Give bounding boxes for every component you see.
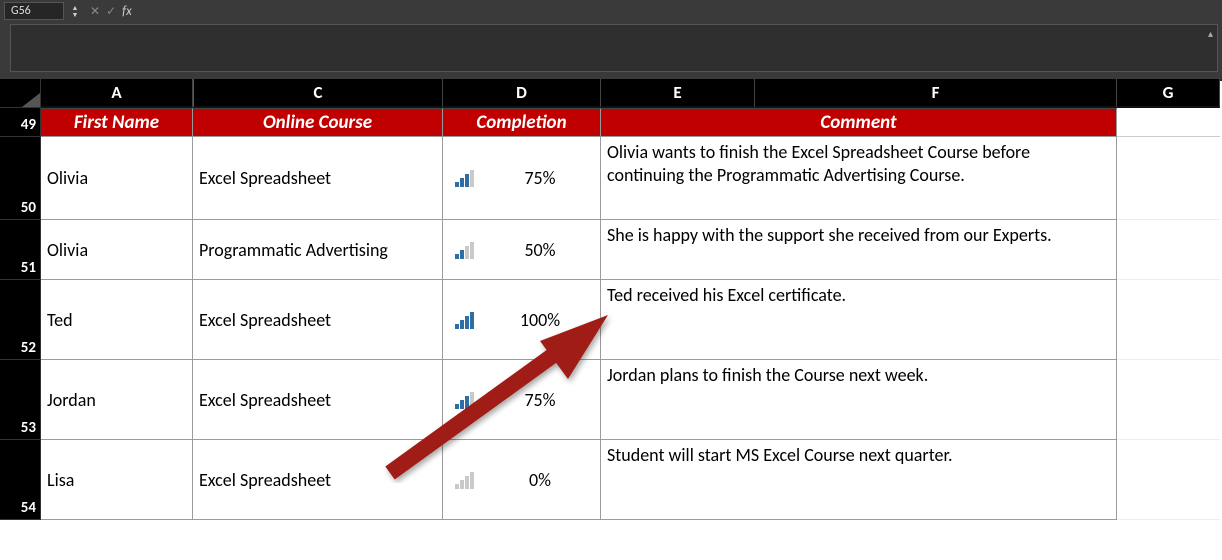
cell-empty[interactable] (1117, 360, 1220, 440)
row-header-53[interactable]: 53 (0, 360, 41, 440)
header-completion[interactable]: Completion (443, 108, 601, 137)
spreadsheet-grid: A C D E F G 49 First Name Online Course … (0, 79, 1222, 520)
completion-value: 75% (486, 389, 594, 411)
row-header-54[interactable]: 54 (0, 440, 41, 520)
cell-course[interactable]: Excel Spreadsheet (193, 280, 443, 360)
cell-first-name[interactable]: Olivia (41, 220, 193, 280)
signal-bars-icon (455, 241, 474, 259)
cell-completion[interactable]: 75% (443, 137, 601, 220)
cell-first-name[interactable]: Olivia (41, 137, 193, 220)
cell-empty[interactable] (1117, 137, 1220, 220)
column-header-A[interactable]: A (41, 79, 193, 108)
cancel-formula-icon[interactable]: ✕ (90, 4, 100, 19)
cell-empty[interactable] (1117, 280, 1220, 360)
cell-g49[interactable] (1117, 108, 1220, 137)
cell-course[interactable]: Programmatic Advertising (193, 220, 443, 280)
cell-comment[interactable]: Ted received his Excel certificate. (601, 280, 1117, 360)
header-comment[interactable]: Comment (601, 108, 1117, 137)
completion-value: 75% (486, 167, 594, 189)
cell-first-name[interactable]: Ted (41, 280, 193, 360)
cell-completion[interactable]: 0% (443, 440, 601, 520)
signal-bars-icon (455, 391, 474, 409)
column-header-E[interactable]: E (601, 79, 755, 108)
cell-first-name[interactable]: Lisa (41, 440, 193, 520)
cell-comment[interactable]: Olivia wants to finish the Excel Spreads… (601, 137, 1117, 220)
row-header-50[interactable]: 50 (0, 137, 41, 220)
cell-completion[interactable]: 75% (443, 360, 601, 440)
chevron-down-icon: ▼ (72, 11, 79, 18)
cell-course[interactable]: Excel Spreadsheet (193, 360, 443, 440)
cell-completion[interactable]: 50% (443, 220, 601, 280)
header-online-course[interactable]: Online Course (193, 108, 443, 137)
cell-first-name[interactable]: Jordan (41, 360, 193, 440)
signal-bars-icon (455, 311, 474, 329)
cell-empty[interactable] (1117, 440, 1220, 520)
column-header-D[interactable]: D (443, 79, 601, 108)
signal-bars-icon (455, 169, 474, 187)
column-header-G[interactable]: G (1117, 79, 1220, 108)
cell-comment[interactable]: She is happy with the support she receiv… (601, 220, 1117, 280)
cell-comment[interactable]: Student will start MS Excel Course next … (601, 440, 1117, 520)
completion-value: 100% (486, 309, 594, 331)
column-header-C[interactable]: C (193, 79, 443, 108)
column-header-F[interactable]: F (755, 79, 1117, 108)
cell-course[interactable]: Excel Spreadsheet (193, 137, 443, 220)
collapse-formula-bar-icon[interactable]: ▴ (1208, 27, 1213, 40)
formula-bar[interactable]: ▴ (10, 24, 1218, 72)
completion-value: 50% (486, 239, 594, 261)
completion-value: 0% (486, 469, 594, 491)
name-box[interactable]: G56 (4, 2, 64, 20)
row-header-52[interactable]: 52 (0, 280, 41, 360)
accept-formula-icon[interactable]: ✓ (106, 4, 116, 19)
row-header-51[interactable]: 51 (0, 220, 41, 280)
cell-completion[interactable]: 100% (443, 280, 601, 360)
header-first-name[interactable]: First Name (41, 108, 193, 137)
formula-bar-area: G56 ▲ ▼ ✕ ✓ fx ▴ (0, 0, 1222, 79)
cell-course[interactable]: Excel Spreadsheet (193, 440, 443, 520)
cell-comment[interactable]: Jordan plans to finish the Course next w… (601, 360, 1117, 440)
fx-icon[interactable]: fx (122, 4, 132, 19)
select-all-cell[interactable] (0, 79, 41, 108)
cell-empty[interactable] (1117, 220, 1220, 280)
signal-bars-icon (455, 471, 474, 489)
row-header-49[interactable]: 49 (0, 108, 41, 137)
name-box-stepper[interactable]: ▲ ▼ (68, 2, 82, 20)
